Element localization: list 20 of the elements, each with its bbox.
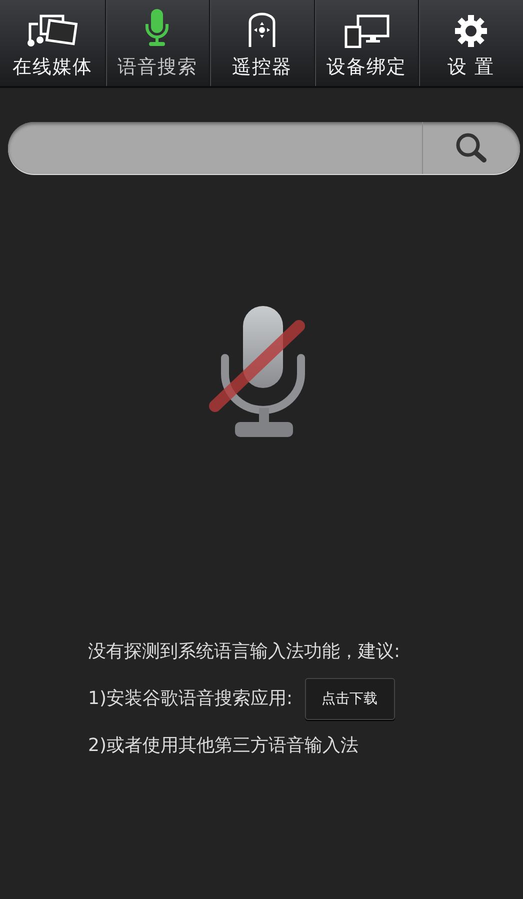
music-film-icon: [26, 12, 78, 48]
tab[interactable]: 设 置: [418, 0, 523, 86]
suggestion-text: 1)安装谷歌语音搜索应用:: [88, 687, 293, 711]
tab[interactable]: 语音搜索: [104, 0, 210, 86]
settings-icon: [454, 14, 488, 48]
search-icon: [454, 132, 490, 164]
tab-label: 设 置: [448, 55, 495, 80]
remote-control-icon: [248, 12, 276, 48]
tab[interactable]: 设备绑定: [314, 0, 418, 86]
tab[interactable]: 遥控器: [209, 0, 314, 86]
download-button[interactable]: 点击下载: [304, 678, 395, 720]
tab-label: 遥控器: [232, 55, 292, 80]
tab-label: 设备绑定: [326, 55, 407, 80]
tab[interactable]: 在线媒体: [0, 0, 105, 86]
tab-label: 语音搜索: [117, 55, 198, 80]
phone-monitor-icon: [344, 14, 390, 48]
suggestion-heading: 没有探测到系统语言输入法功能，建议:: [88, 640, 402, 664]
tab-label: 在线媒体: [12, 55, 92, 80]
search-field[interactable]: [8, 122, 520, 174]
suggestion-text: 2)或者使用其他第三方语音输入法: [88, 734, 360, 758]
